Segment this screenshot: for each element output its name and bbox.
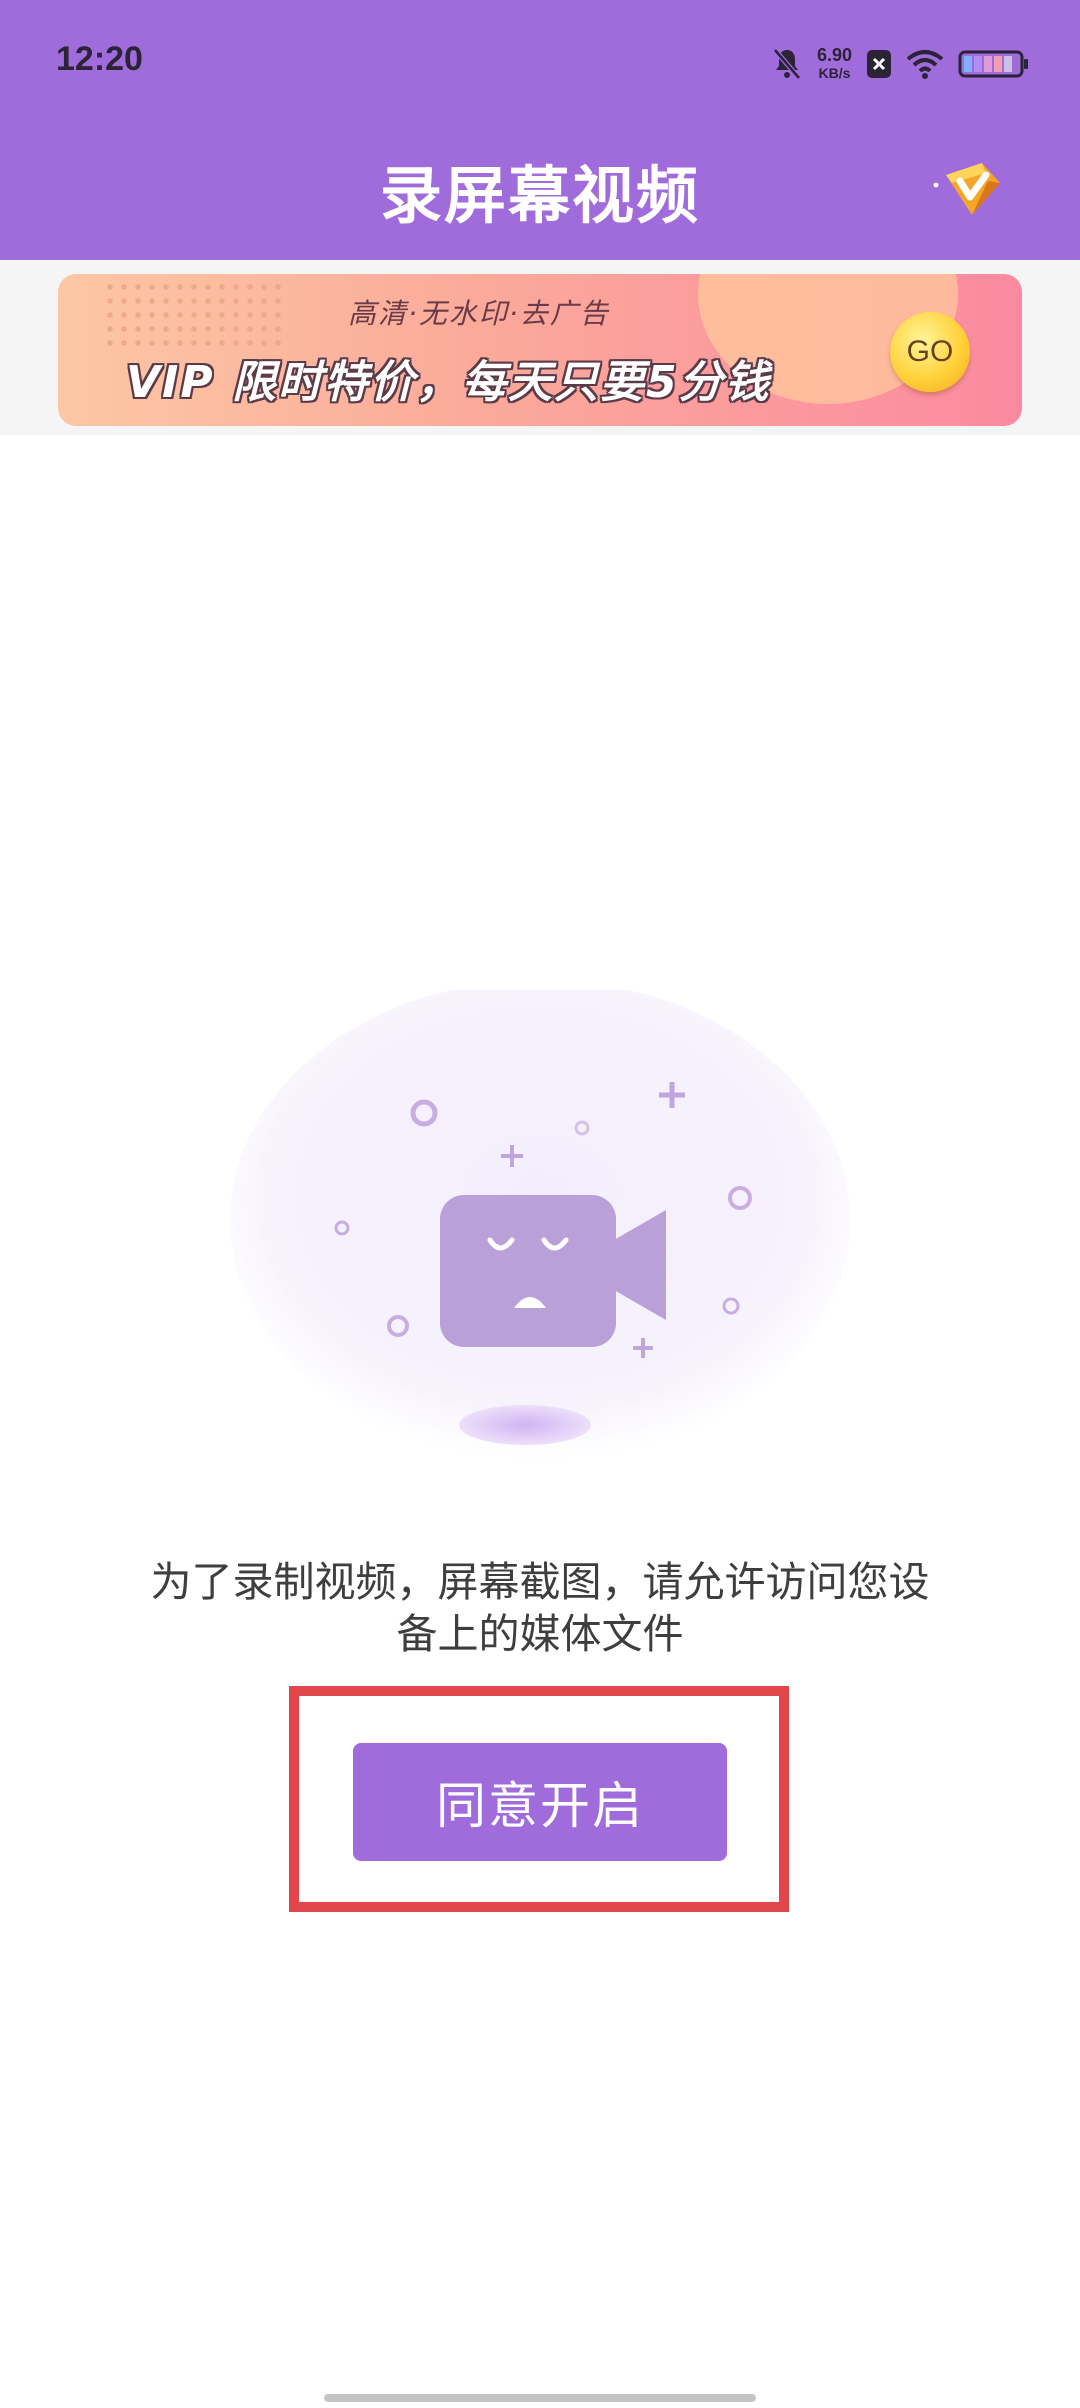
permission-message: 为了录制视频，屏幕截图，请允许访问您设 备上的媒体文件 bbox=[100, 1556, 980, 1660]
battery-icon bbox=[958, 50, 1028, 78]
agree-enable-button[interactable]: 同意开启 bbox=[353, 1743, 727, 1861]
bell-mute-icon bbox=[773, 48, 801, 80]
wifi-icon bbox=[906, 50, 944, 79]
banner-dot-pattern bbox=[103, 280, 283, 350]
permission-message-line2: 备上的媒体文件 bbox=[396, 1610, 684, 1658]
close-box-icon bbox=[867, 50, 891, 78]
page-title: 录屏幕视频 bbox=[379, 159, 700, 232]
app-bar: 录屏幕视频 bbox=[0, 125, 1080, 260]
sad-video-camera-icon bbox=[230, 990, 850, 1460]
net-speed-unit: KB/s bbox=[818, 65, 851, 81]
go-button[interactable]: GO bbox=[890, 312, 970, 392]
banner-area: 高清·无水印·去广告 VIP 限时特价，每天只要5分钱 GO bbox=[0, 260, 1080, 435]
permission-message-line1: 为了录制视频，屏幕截图，请允许访问您设 bbox=[150, 1558, 930, 1606]
banner-headline: VIP 限时特价，每天只要5分钱 bbox=[126, 357, 771, 408]
status-bar: 12:20 6.90 KB/s bbox=[0, 0, 1080, 125]
net-speed-value: 6.90 bbox=[816, 45, 852, 65]
status-time: 12:20 bbox=[56, 40, 143, 78]
vip-diamond-icon[interactable] bbox=[930, 145, 1010, 225]
status-icons: 6.90 KB/s bbox=[771, 42, 1030, 86]
home-indicator[interactable] bbox=[324, 2394, 756, 2402]
banner-subtitle: 高清·无水印·去广告 bbox=[348, 297, 610, 330]
net-speed: 6.90 KB/s bbox=[817, 46, 852, 82]
vip-promo-banner[interactable]: 高清·无水印·去广告 VIP 限时特价，每天只要5分钱 GO bbox=[58, 274, 1022, 426]
